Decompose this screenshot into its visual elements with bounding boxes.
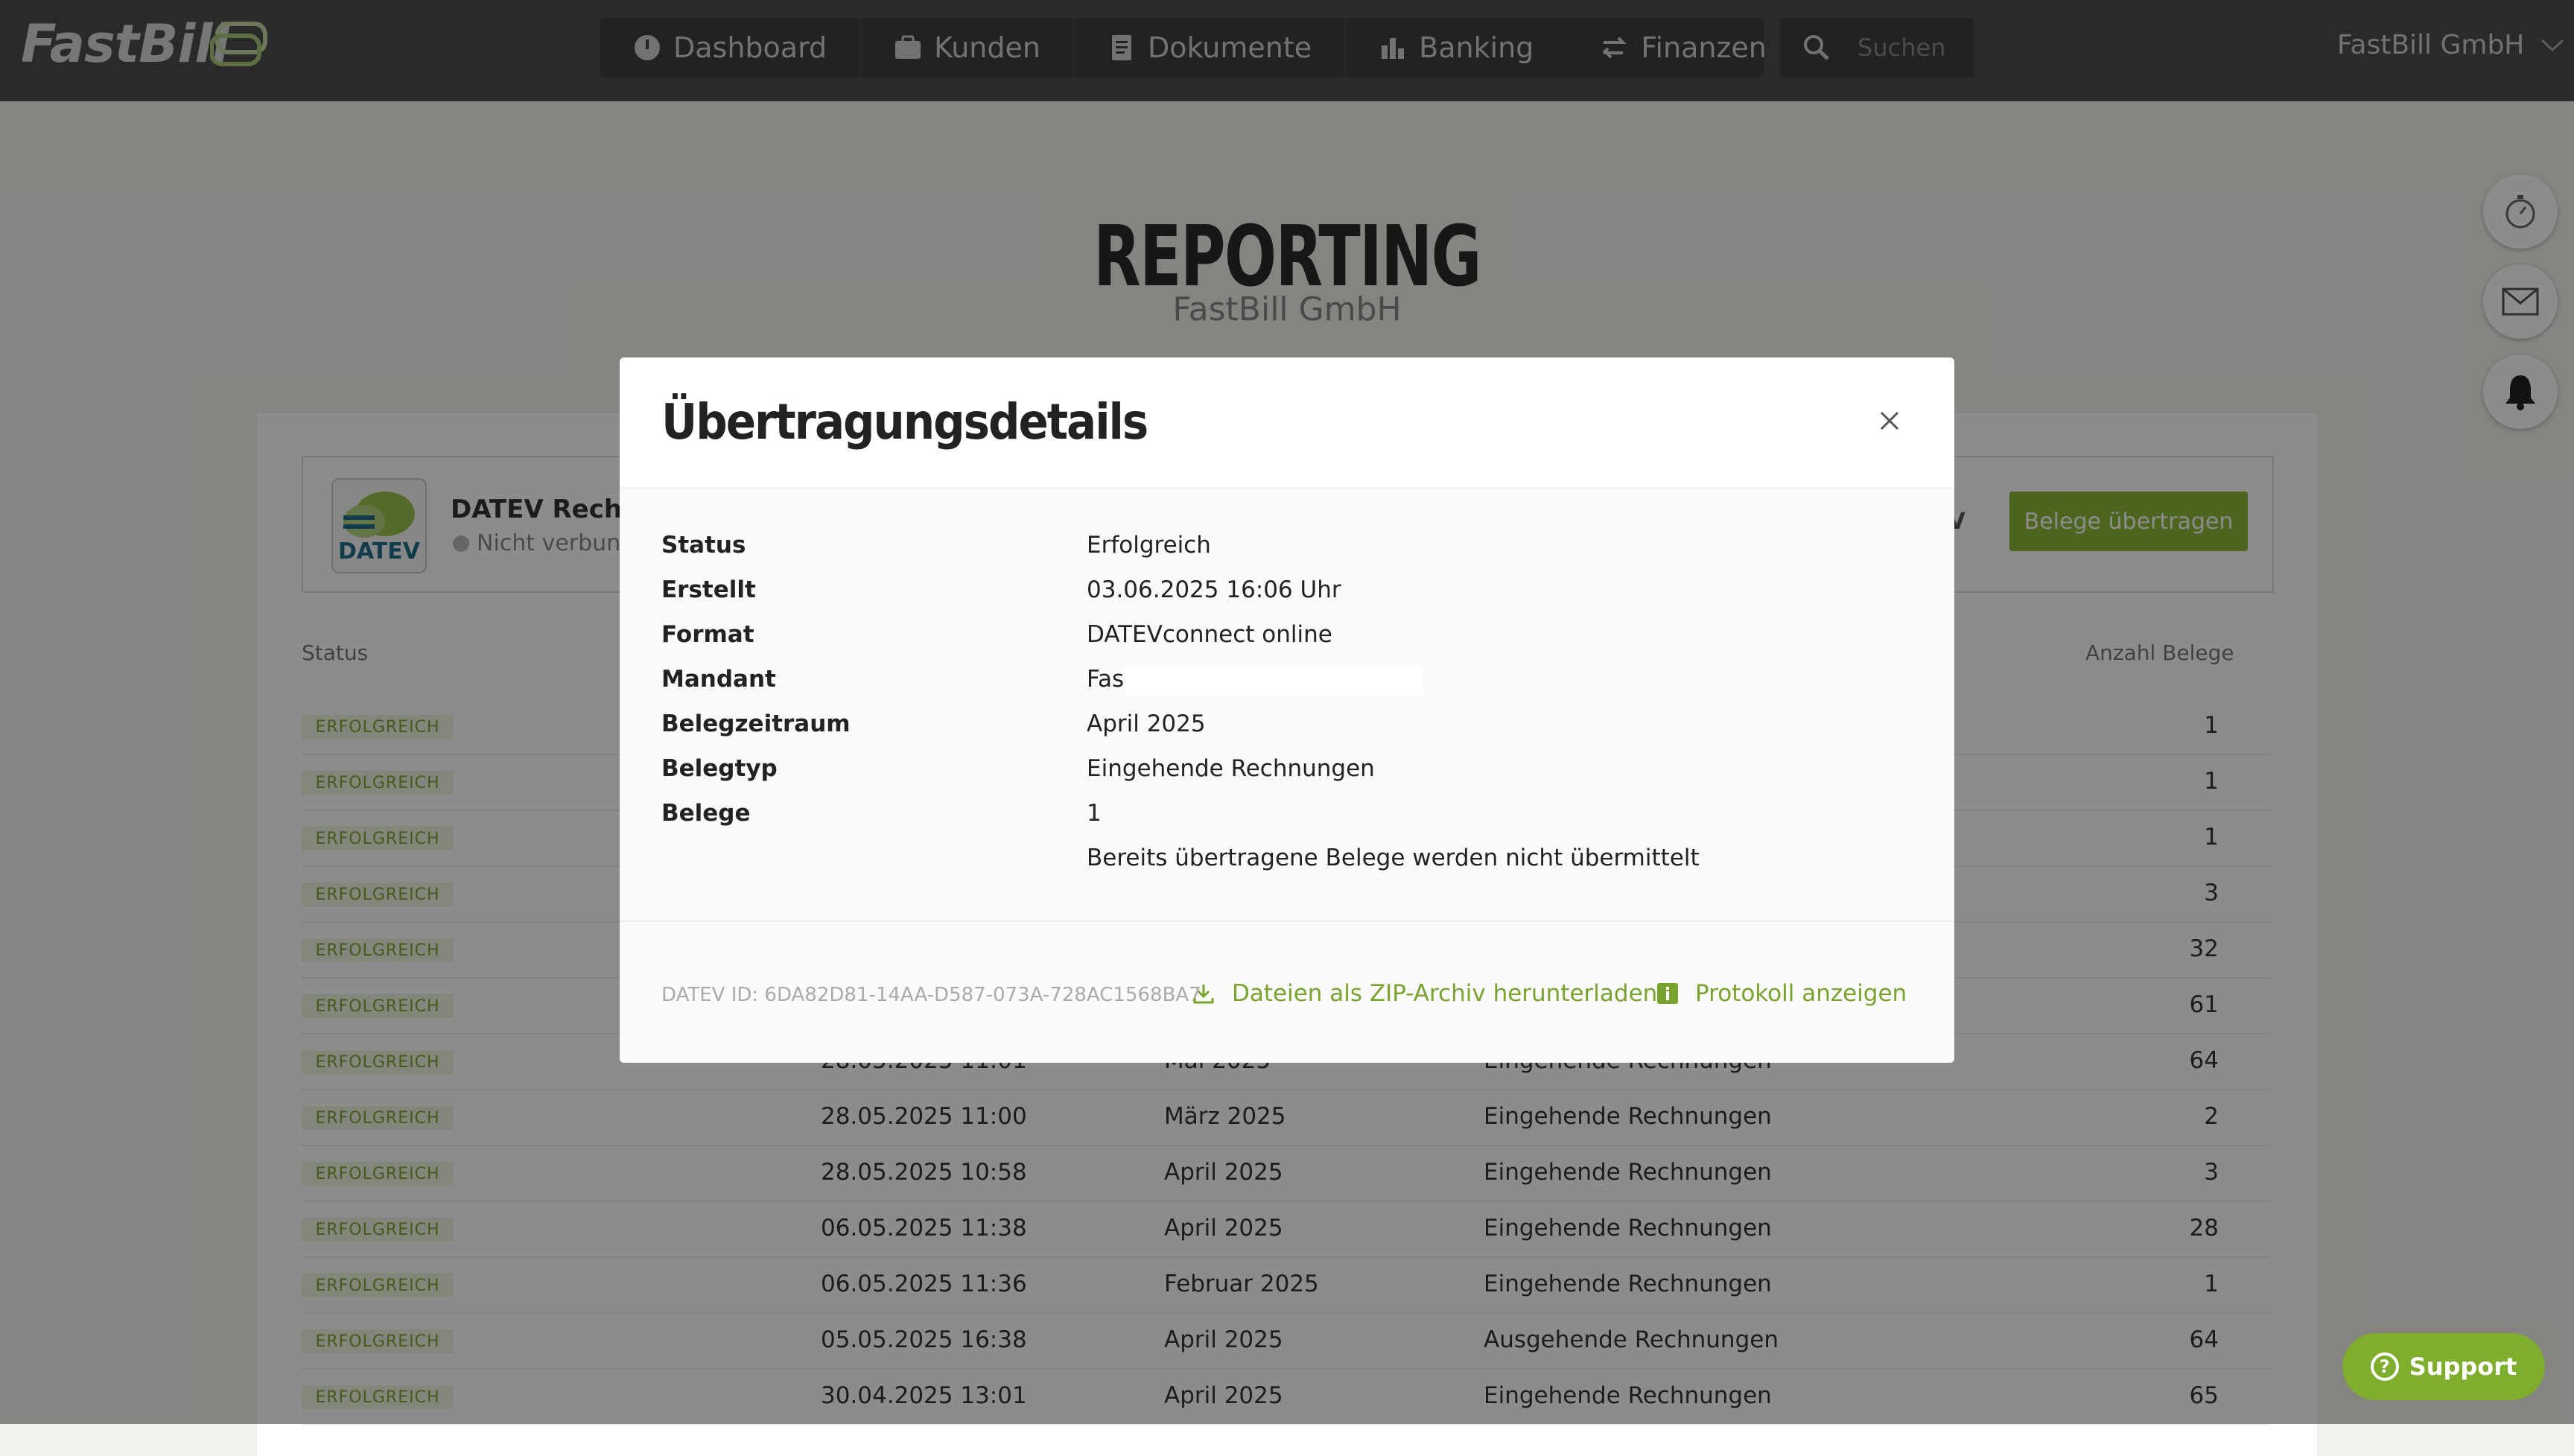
help-icon: ? bbox=[2370, 1352, 2399, 1381]
detail-label-belege: Belege bbox=[661, 800, 751, 827]
detail-label-mandant: Mandant bbox=[661, 666, 776, 693]
detail-label-belegzeitraum: Belegzeitraum bbox=[661, 710, 851, 737]
detail-label-status: Status bbox=[661, 532, 746, 559]
protocol-label: Protokoll anzeigen bbox=[1695, 980, 1907, 1007]
zip-download-label: Dateien als ZIP-Archiv herunterladen bbox=[1232, 980, 1658, 1007]
modal-header: Übertragungsdetails bbox=[620, 357, 1954, 489]
mandant-name: Fas bbox=[1087, 666, 1125, 693]
close-icon[interactable] bbox=[1877, 408, 1902, 433]
download-icon bbox=[1193, 985, 1214, 1004]
transfer-details-modal: Übertragungsdetails Status Erfolgreich E… bbox=[620, 357, 1954, 1063]
detail-value-belege: 1 bbox=[1087, 800, 1102, 827]
detail-value-belegzeitraum: April 2025 bbox=[1087, 710, 1206, 737]
detail-note: Bereits übertragene Belege werden nicht … bbox=[1087, 845, 1700, 871]
detail-value-erstellt: 03.06.2025 16:06 Uhr bbox=[1087, 576, 1341, 603]
redacted-mask bbox=[1125, 666, 1424, 695]
info-icon bbox=[1657, 983, 1678, 1004]
detail-label-belegtyp: Belegtyp bbox=[661, 755, 778, 782]
detail-value-format: DATEVconnect online bbox=[1087, 621, 1332, 648]
modal-footer: DATEV ID: 6DA82D81-14AA-D587-073A-728AC1… bbox=[620, 921, 1954, 1063]
detail-value-status: Erfolgreich bbox=[1087, 532, 1211, 559]
detail-value-belegtyp: Eingehende Rechnungen bbox=[1087, 755, 1375, 782]
support-label: Support bbox=[2409, 1352, 2517, 1381]
support-button[interactable]: ? Support bbox=[2342, 1333, 2545, 1400]
detail-label-format: Format bbox=[661, 621, 754, 648]
zip-download-link[interactable]: Dateien als ZIP-Archiv herunterladen bbox=[1192, 980, 1657, 1007]
protocol-link[interactable]: Protokoll anzeigen bbox=[1656, 980, 1907, 1007]
detail-label-erstellt: Erstellt bbox=[661, 576, 756, 603]
datev-id: DATEV ID: 6DA82D81-14AA-D587-073A-728AC1… bbox=[661, 984, 1201, 1006]
detail-value-mandant: Fas bbox=[1087, 666, 1424, 695]
modal-title: Übertragungsdetails bbox=[661, 393, 1148, 451]
